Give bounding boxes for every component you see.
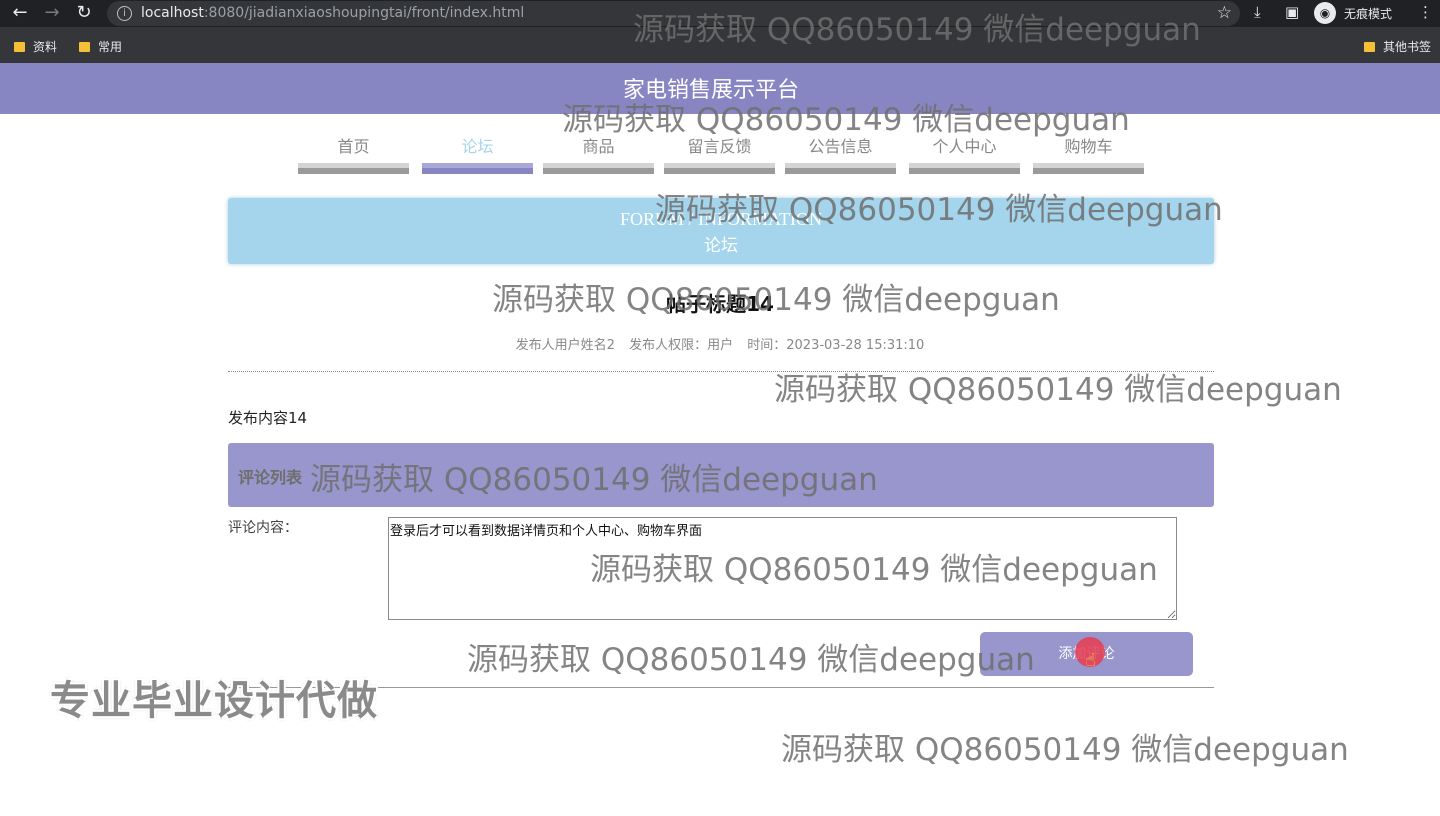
post-role: 发布人权限：用户	[629, 338, 734, 353]
site-info-icon[interactable]: i	[117, 6, 132, 21]
nav-label: 商品	[582, 137, 615, 156]
nav-profile[interactable]: 个人中心	[909, 137, 1020, 174]
folder-icon	[79, 42, 90, 52]
watermark: 源码获取 QQ86050149 微信deepguan	[633, 12, 1201, 48]
watermark: 源码获取 QQ86050149 微信deepguan	[774, 372, 1342, 408]
nav-underline	[298, 168, 409, 174]
nav-underline	[1033, 168, 1144, 174]
url-text[interactable]: localhost:8080/jiadianxiaoshoupingtai/fr…	[141, 5, 524, 21]
nav-underline	[422, 168, 533, 174]
folder-icon	[1364, 42, 1375, 52]
nav-underline	[785, 168, 896, 174]
promo-overlay-text: 专业毕业设计代做	[50, 678, 378, 724]
bookmark-folder-ziliao[interactable]: 资料	[14, 38, 57, 55]
watermark: 源码获取 QQ86050149 微信deepguan	[310, 462, 878, 498]
nav-label: 论坛	[461, 137, 494, 156]
bookmark-label: 常用	[98, 40, 123, 54]
hand-cursor-icon: ☝	[1085, 650, 1096, 671]
nav-underline	[909, 168, 1020, 174]
incognito-icon: ◉	[1314, 2, 1336, 24]
post-author: 发布人用户姓名2	[515, 338, 615, 353]
nav-label: 公告信息	[808, 137, 873, 156]
watermark: 源码获取 QQ86050149 微信deepguan	[655, 192, 1223, 228]
post-time: 时间：2023-03-28 15:31:10	[747, 338, 925, 353]
watermark: 源码获取 QQ86050149 微信deepguan	[590, 552, 1158, 588]
download-icon[interactable]: ⤓	[1254, 3, 1261, 21]
reload-icon[interactable]: ↻	[72, 2, 96, 24]
watermark: 源码获取 QQ86050149 微信deepguan	[492, 282, 1060, 318]
bookmark-folder-changyong[interactable]: 常用	[79, 38, 122, 55]
banner-chinese-title: 论坛	[704, 236, 738, 256]
post-meta: 发布人用户姓名2 发布人权限：用户 时间：2023-03-28 15:31:10	[0, 334, 1440, 353]
nav-announcements[interactable]: 公告信息	[785, 137, 896, 174]
nav-feedback[interactable]: 留言反馈	[664, 137, 775, 174]
watermark: 源码获取 QQ86050149 微信deepguan	[467, 642, 1035, 678]
nav-label: 首页	[337, 137, 370, 156]
side-panel-icon[interactable]: ▣	[1285, 3, 1299, 21]
other-bookmarks[interactable]: 其他书签	[1364, 38, 1431, 55]
comment-list-title: 评论列表	[238, 468, 303, 487]
nav-underline	[543, 168, 654, 174]
other-bookmarks-label: 其他书签	[1383, 40, 1432, 54]
comment-field-label: 评论内容：	[228, 520, 298, 536]
menu-kebab-icon[interactable]: ⋮	[1418, 3, 1433, 21]
folder-icon	[14, 42, 25, 52]
nav-home[interactable]: 首页	[298, 137, 409, 174]
bookmark-label: 资料	[33, 40, 58, 54]
back-arrow-icon[interactable]: ←	[8, 2, 32, 24]
nav-forum[interactable]: 论坛	[422, 137, 533, 174]
bookmark-star-icon[interactable]: ☆	[1217, 3, 1232, 23]
nav-label: 购物车	[1064, 137, 1113, 156]
post-content: 发布内容14	[228, 409, 308, 427]
nav-products[interactable]: 商品	[543, 137, 654, 174]
url-path: :8080/jiadianxiaoshoupingtai/front/index…	[203, 5, 525, 21]
watermark: 源码获取 QQ86050149 微信deepguan	[781, 732, 1349, 768]
nav-label: 个人中心	[932, 137, 997, 156]
forward-arrow-icon[interactable]: →	[40, 2, 64, 24]
nav-underline	[664, 168, 775, 174]
nav-cart[interactable]: 购物车	[1033, 137, 1144, 174]
url-host: localhost	[141, 5, 204, 21]
nav-label: 留言反馈	[687, 137, 752, 156]
incognito-label: 无痕模式	[1344, 7, 1393, 21]
watermark: 源码获取 QQ86050149 微信deepguan	[562, 102, 1130, 138]
